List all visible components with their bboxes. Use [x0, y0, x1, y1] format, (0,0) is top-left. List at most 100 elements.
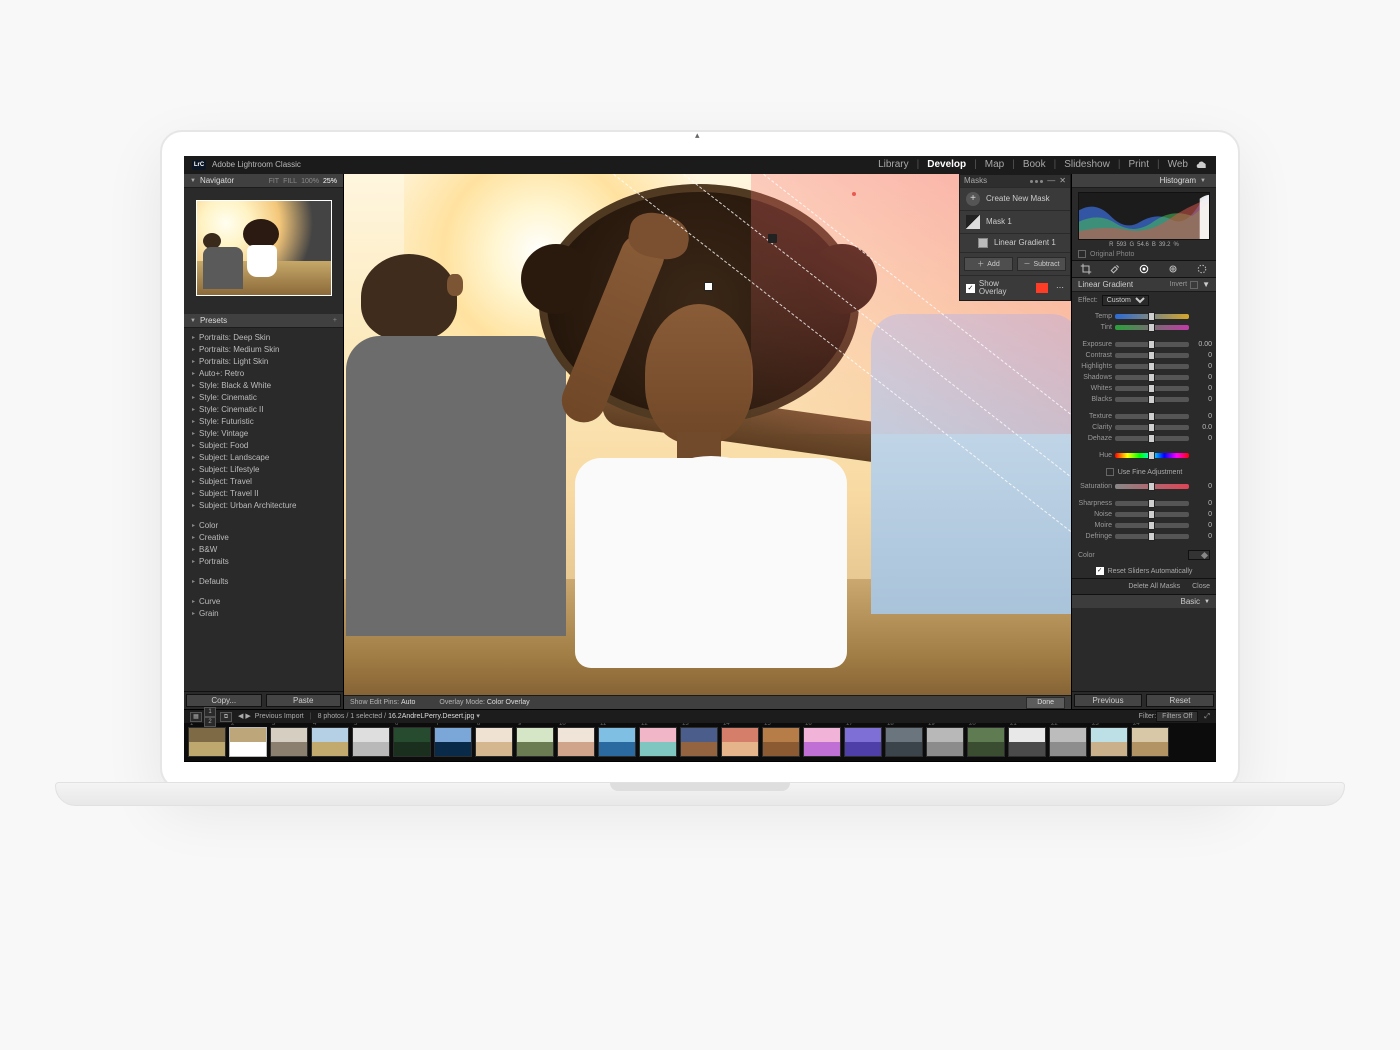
heal-tool-icon[interactable]	[1108, 262, 1122, 276]
clarity-slider[interactable]	[1115, 425, 1189, 430]
texture-slider[interactable]	[1115, 414, 1189, 419]
filmstrip-thumb[interactable]: 23	[1090, 727, 1128, 757]
filmstrip-thumb[interactable]: 1	[188, 727, 226, 757]
preset-item[interactable]: ▸Style: Cinematic II	[188, 404, 339, 416]
source-label[interactable]: Previous Import	[255, 713, 304, 720]
preset-item[interactable]: ▸Style: Vintage	[188, 428, 339, 440]
preset-item[interactable]: ▸Portraits: Deep Skin	[188, 332, 339, 344]
mask-component[interactable]: Linear Gradient 1	[960, 233, 1070, 252]
preset-item[interactable]: ▸Subject: Food	[188, 440, 339, 452]
filmstrip-thumb[interactable]: 11	[598, 727, 636, 757]
zoom-FILL[interactable]: FILL	[283, 178, 297, 185]
filename[interactable]: 16.2AndreLPerry.Desert.jpg	[388, 713, 474, 720]
filmstrip-thumb[interactable]: 14	[721, 727, 759, 757]
previous-button[interactable]: Previous	[1074, 694, 1142, 707]
filmstrip-thumb[interactable]: 7	[434, 727, 472, 757]
module-slideshow[interactable]: Slideshow	[1064, 160, 1110, 170]
image-canvas[interactable]: Masks — ✕ + Create New Mask Mask 1 Linea…	[344, 174, 1071, 709]
fine-adjust-checkbox[interactable]	[1106, 468, 1114, 476]
paste-button[interactable]: Paste	[266, 694, 342, 707]
filmstrip-thumb[interactable]: 17	[844, 727, 882, 757]
show-overlay-checkbox[interactable]: ✓	[966, 284, 975, 293]
masks-dock-icon[interactable]	[1028, 177, 1043, 185]
filter-dropdown[interactable]: Filters Off	[1156, 711, 1198, 722]
navigator-header[interactable]: ▼Navigator FITFILL100%25%	[184, 174, 343, 188]
module-library[interactable]: Library	[878, 160, 909, 170]
tint-slider[interactable]	[1115, 325, 1189, 330]
filmstrip[interactable]: 1 2 3 4 5 6 7 8	[184, 723, 1216, 761]
moire-slider[interactable]	[1115, 523, 1189, 528]
preset-item[interactable]: ▸Grain	[188, 608, 339, 620]
preset-item[interactable]: ▸B&W	[188, 544, 339, 556]
masks-min-icon[interactable]: —	[1047, 177, 1055, 185]
preset-item[interactable]: ▸Style: Futuristic	[188, 416, 339, 428]
defringe-slider[interactable]	[1115, 534, 1189, 539]
navigator-preview[interactable]	[196, 200, 332, 296]
preset-item[interactable]: ▸Portraits: Light Skin	[188, 356, 339, 368]
dehaze-slider[interactable]	[1115, 436, 1189, 441]
crop-tool-icon[interactable]	[1079, 262, 1093, 276]
shadows-slider[interactable]	[1115, 375, 1189, 380]
filmstrip-thumb[interactable]: 18	[885, 727, 923, 757]
filmstrip-thumb[interactable]: 19	[926, 727, 964, 757]
module-map[interactable]: Map	[985, 160, 1004, 170]
temp-slider[interactable]	[1115, 314, 1189, 319]
module-book[interactable]: Book	[1023, 160, 1046, 170]
overlay-color-swatch[interactable]	[1036, 283, 1048, 293]
preset-item[interactable]: ▸Color	[188, 520, 339, 532]
preset-item[interactable]: ▸Curve	[188, 596, 339, 608]
noise-slider[interactable]	[1115, 512, 1189, 517]
filmstrip-thumb[interactable]: 8	[475, 727, 513, 757]
filmstrip-thumb[interactable]: 16	[803, 727, 841, 757]
zoom-100%[interactable]: 100%	[301, 178, 319, 185]
filmstrip-thumb[interactable]: 10	[557, 727, 595, 757]
second-window-icon[interactable]: ⧉	[220, 712, 232, 722]
saturation-slider[interactable]	[1115, 484, 1189, 489]
zoom-25%[interactable]: 25%	[323, 178, 337, 185]
delete-all-masks[interactable]: Delete All Masks	[1128, 583, 1180, 590]
copy-button[interactable]: Copy...	[186, 694, 262, 707]
preset-item[interactable]: ▸Defaults	[188, 576, 339, 588]
sharpness-slider[interactable]	[1115, 501, 1189, 506]
filmstrip-thumb[interactable]: 2	[229, 727, 267, 757]
whites-slider[interactable]	[1115, 386, 1189, 391]
preset-item[interactable]: ▸Style: Black & White	[188, 380, 339, 392]
filmstrip-thumb[interactable]: 3	[270, 727, 308, 757]
module-print[interactable]: Print	[1128, 160, 1149, 170]
zoom-FIT[interactable]: FIT	[269, 178, 280, 185]
create-new-mask[interactable]: + Create New Mask	[960, 187, 1070, 210]
blacks-slider[interactable]	[1115, 397, 1189, 402]
close-masks[interactable]: Close	[1192, 583, 1210, 590]
histogram[interactable]	[1078, 192, 1210, 240]
exposure-slider[interactable]	[1115, 342, 1189, 347]
cloud-sync-icon[interactable]	[1196, 159, 1208, 171]
presets-header[interactable]: ▼Presets+	[184, 314, 343, 328]
basic-panel-header[interactable]: Basic▼	[1072, 594, 1216, 608]
module-web[interactable]: Web	[1168, 160, 1188, 170]
color-picker[interactable]	[1188, 550, 1210, 560]
preset-item[interactable]: ▸Creative	[188, 532, 339, 544]
filmstrip-thumb[interactable]: 21	[1008, 727, 1046, 757]
masks-close-icon[interactable]: ✕	[1059, 177, 1066, 185]
mask-add-button[interactable]: ＋Add	[964, 257, 1013, 271]
filmstrip-thumb[interactable]: 12	[639, 727, 677, 757]
preset-item[interactable]: ▸Style: Cinematic	[188, 392, 339, 404]
filmstrip-thumb[interactable]: 22	[1049, 727, 1087, 757]
filmstrip-thumb[interactable]: 4	[311, 727, 349, 757]
radial-tool-icon[interactable]	[1195, 262, 1209, 276]
filmstrip-thumb[interactable]: 24	[1131, 727, 1169, 757]
edit-pins-dropdown[interactable]: Auto	[401, 699, 415, 706]
preset-item[interactable]: ▸Portraits: Medium Skin	[188, 344, 339, 356]
invert-checkbox[interactable]	[1190, 281, 1198, 289]
histogram-header[interactable]: Histogram▼	[1072, 174, 1216, 188]
filmstrip-thumb[interactable]: 13	[680, 727, 718, 757]
preset-item[interactable]: ▸Subject: Travel II	[188, 488, 339, 500]
filmstrip-thumb[interactable]: 20	[967, 727, 1005, 757]
module-develop[interactable]: Develop	[927, 160, 966, 170]
overlay-more-icon[interactable]: ⋯	[1056, 284, 1064, 292]
mask-subtract-button[interactable]: －Subtract	[1017, 257, 1066, 271]
redeye-tool-icon[interactable]	[1166, 262, 1180, 276]
preset-item[interactable]: ▸Portraits	[188, 556, 339, 568]
mask-tool-icon[interactable]	[1137, 262, 1151, 276]
mask-item[interactable]: Mask 1	[960, 210, 1070, 233]
